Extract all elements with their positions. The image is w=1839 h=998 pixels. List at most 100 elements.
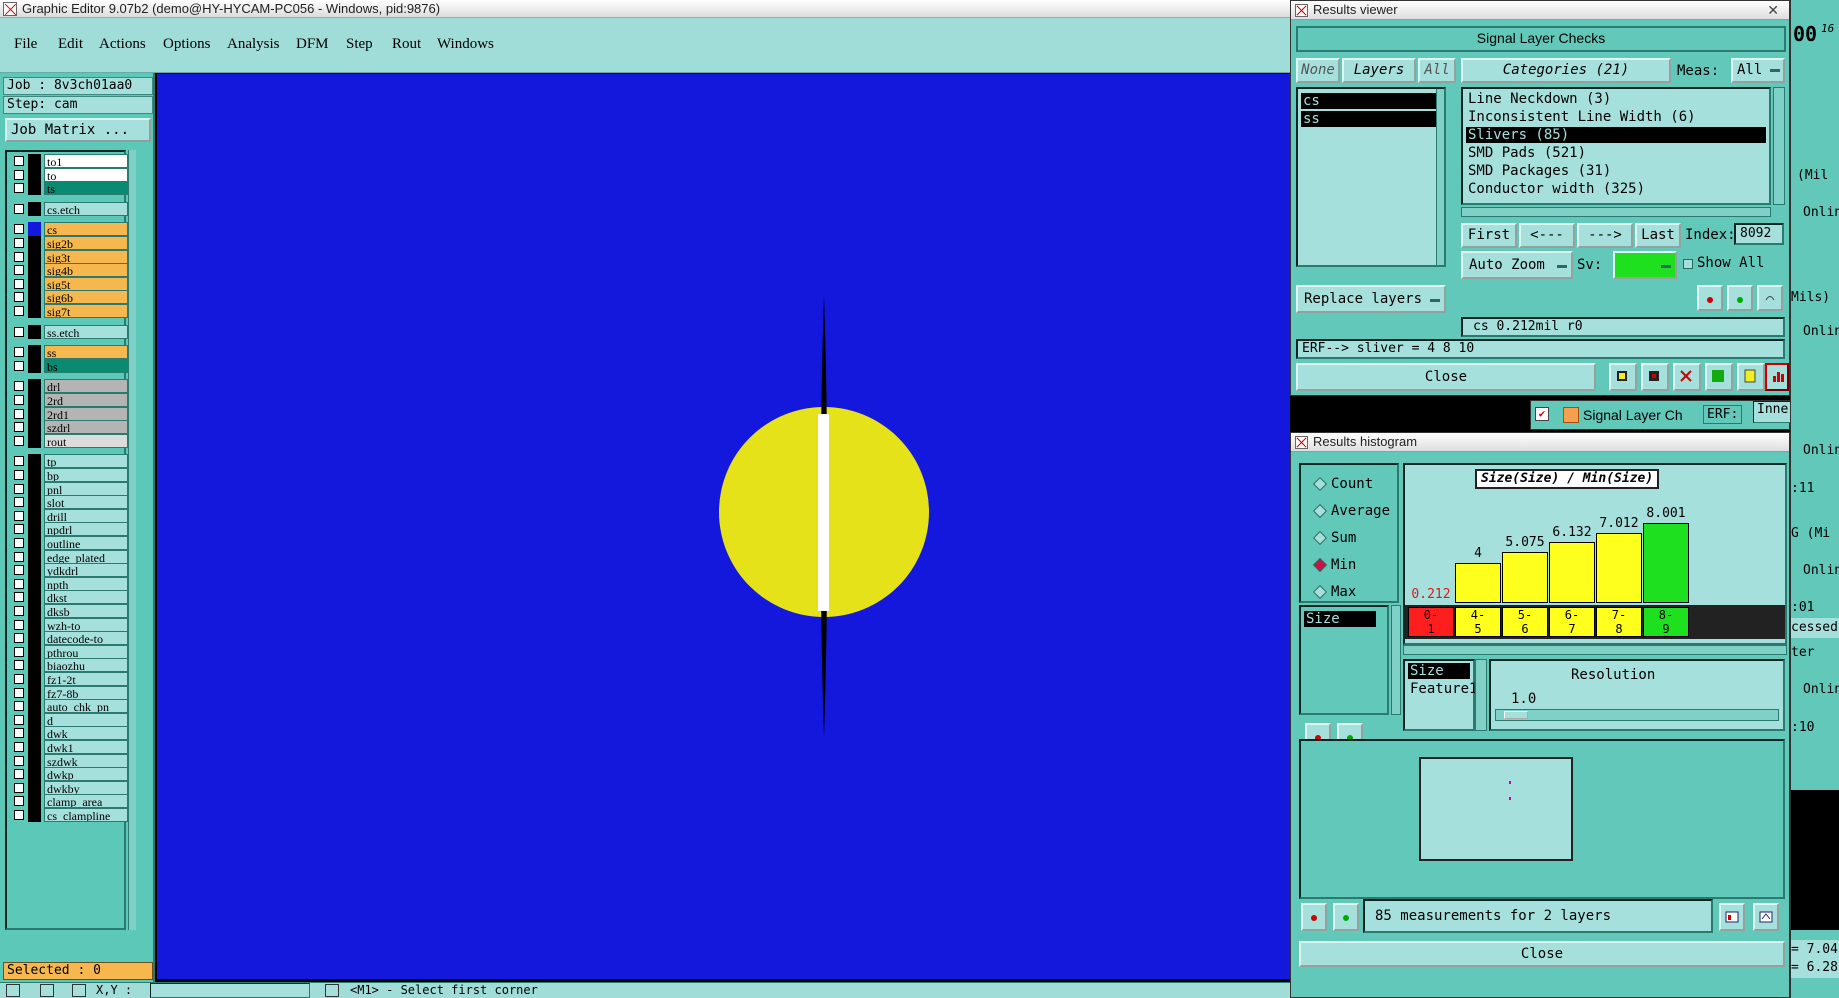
layer-row[interactable]: cs.etch	[11, 201, 128, 216]
layer-name[interactable]: fz7-8b	[44, 685, 128, 700]
field-item-size[interactable]: Size	[1304, 611, 1376, 627]
layer-name[interactable]: pthrou	[44, 644, 128, 659]
axis-item-size[interactable]: Size	[1408, 663, 1470, 679]
signal-layer-window-tab[interactable]: ✔ Signal Layer Ch ERF: Inner	[1530, 400, 1796, 430]
layer-checkbox[interactable]	[14, 156, 24, 166]
layer-color-swatch[interactable]	[28, 393, 41, 407]
layer-color-swatch[interactable]	[28, 324, 41, 339]
layer-color-swatch[interactable]	[28, 658, 41, 673]
histogram-category-cell[interactable]: 4-5	[1455, 607, 1501, 637]
layer-name[interactable]: 2rd1	[44, 406, 128, 421]
layer-color-swatch[interactable]	[28, 576, 41, 591]
layer-checkbox[interactable]	[14, 619, 24, 630]
menu-step[interactable]: Step	[346, 36, 373, 53]
layer-checkbox[interactable]	[14, 687, 24, 698]
job-matrix-button[interactable]: Job Matrix ...	[5, 118, 151, 142]
layer-color-swatch[interactable]	[28, 454, 41, 469]
layer-checkbox[interactable]	[14, 606, 24, 616]
layer-color-swatch[interactable]	[28, 712, 41, 727]
layer-name[interactable]: slot	[44, 495, 128, 510]
category-item[interactable]: SMD Pads (521)	[1466, 145, 1766, 161]
layer-row[interactable]: fz7-8b	[11, 685, 128, 700]
checkmark-icon[interactable]	[40, 984, 54, 997]
layer-name[interactable]: cs	[44, 222, 128, 237]
layer-color-swatch[interactable]	[28, 276, 41, 291]
histogram-bar[interactable]	[1502, 552, 1548, 603]
layer-color-swatch[interactable]	[28, 699, 41, 714]
preview-box[interactable]	[1419, 757, 1573, 861]
histogram-category-cell[interactable]: 6-7	[1549, 607, 1595, 637]
layer-name[interactable]: dksb	[44, 604, 128, 618]
layer-color-swatch[interactable]	[28, 201, 41, 216]
layer-name[interactable]: to1	[44, 154, 128, 168]
layer-row[interactable]: pthrou	[11, 644, 128, 659]
layer-row[interactable]: dwkby	[11, 780, 128, 795]
next-button[interactable]: --->	[1577, 223, 1633, 248]
layer-checkbox[interactable]	[14, 565, 24, 576]
layer-checkbox[interactable]	[14, 810, 24, 820]
layer-checkbox[interactable]	[14, 381, 24, 392]
layer-checkbox[interactable]	[14, 674, 24, 684]
coord-field[interactable]	[150, 983, 310, 998]
layer-name[interactable]: d	[44, 712, 128, 727]
layer-name[interactable]: sig7t	[44, 304, 128, 318]
layer-name[interactable]: 2rd	[44, 393, 128, 407]
layer-checkbox[interactable]	[14, 435, 24, 446]
layer-name[interactable]: drill	[44, 508, 128, 523]
layer-color-swatch[interactable]	[28, 181, 41, 196]
layer-color-swatch[interactable]	[28, 590, 41, 605]
layer-name[interactable]: to	[44, 167, 128, 182]
layer-row[interactable]: szdwk	[11, 753, 128, 768]
inner-field[interactable]: Inner	[1753, 401, 1796, 423]
layer-name[interactable]: sig4b	[44, 263, 128, 278]
layer-name[interactable]: datecode-to	[44, 631, 128, 646]
layer-checkbox[interactable]	[14, 326, 24, 337]
all-button[interactable]: All	[1418, 58, 1456, 83]
layer-name[interactable]: clamp_area	[44, 794, 128, 809]
layer-checkbox[interactable]	[14, 265, 24, 276]
histogram-category-cell[interactable]: 0-1	[1408, 607, 1454, 637]
layer-item-ss[interactable]: ss	[1301, 111, 1441, 127]
layer-row[interactable]: clamp_area	[11, 794, 128, 809]
layer-row[interactable]: to1	[11, 154, 128, 168]
layer-checkbox[interactable]	[14, 742, 24, 752]
layer-name[interactable]: cs.etch	[44, 201, 128, 216]
layer-color-swatch[interactable]	[28, 358, 41, 373]
layer-name[interactable]: dwk	[44, 726, 128, 741]
layer-name[interactable]: ss.etch	[44, 324, 128, 339]
right-strip-item[interactable]: Onlin	[1803, 203, 1839, 223]
layer-row[interactable]: dwk	[11, 726, 128, 741]
menu-windows[interactable]: Windows	[437, 36, 494, 53]
axis-item-feature1[interactable]: Feature1	[1408, 681, 1477, 697]
layer-name[interactable]: tp	[44, 454, 128, 469]
histogram-close-button[interactable]: Close	[1299, 941, 1785, 967]
none-button[interactable]: None	[1296, 58, 1340, 83]
layer-row[interactable]: wzh-to	[11, 617, 128, 632]
layer-row[interactable]: tp	[11, 454, 128, 469]
close-icon[interactable]: ✕	[1767, 1, 1779, 19]
layer-row[interactable]: bp	[11, 468, 128, 482]
layer-checkbox[interactable]	[14, 578, 24, 589]
layer-row[interactable]: sig3t	[11, 249, 128, 264]
layer-color-swatch[interactable]	[28, 481, 41, 496]
menu-dfm[interactable]: DFM	[296, 36, 329, 53]
layer-name[interactable]: szdrl	[44, 420, 128, 435]
category-hscrollbar[interactable]	[1461, 207, 1771, 217]
layer-row[interactable]: sig6b	[11, 290, 128, 305]
number-icon[interactable]	[1705, 363, 1733, 391]
layer-color-swatch[interactable]	[28, 726, 41, 741]
layer-row[interactable]: drill	[11, 508, 128, 523]
chart-settings-icon[interactable]	[1753, 903, 1779, 931]
layer-row[interactable]: biaozhu	[11, 658, 128, 673]
layer-color-swatch[interactable]	[28, 154, 41, 168]
layers-button[interactable]: Layers	[1342, 58, 1416, 83]
histogram-category-cell[interactable]: 7-8	[1596, 607, 1642, 637]
layer-checkbox[interactable]	[14, 796, 24, 807]
histogram-category-cell[interactable]: 8-9	[1643, 607, 1689, 637]
layer-checkbox[interactable]	[14, 238, 24, 248]
layer-row[interactable]: to	[11, 167, 128, 182]
layer-checkbox[interactable]	[14, 456, 24, 467]
layer-name[interactable]: ts	[44, 181, 128, 196]
histogram-bar[interactable]	[1549, 541, 1595, 603]
close-button[interactable]: Close	[1296, 363, 1596, 391]
